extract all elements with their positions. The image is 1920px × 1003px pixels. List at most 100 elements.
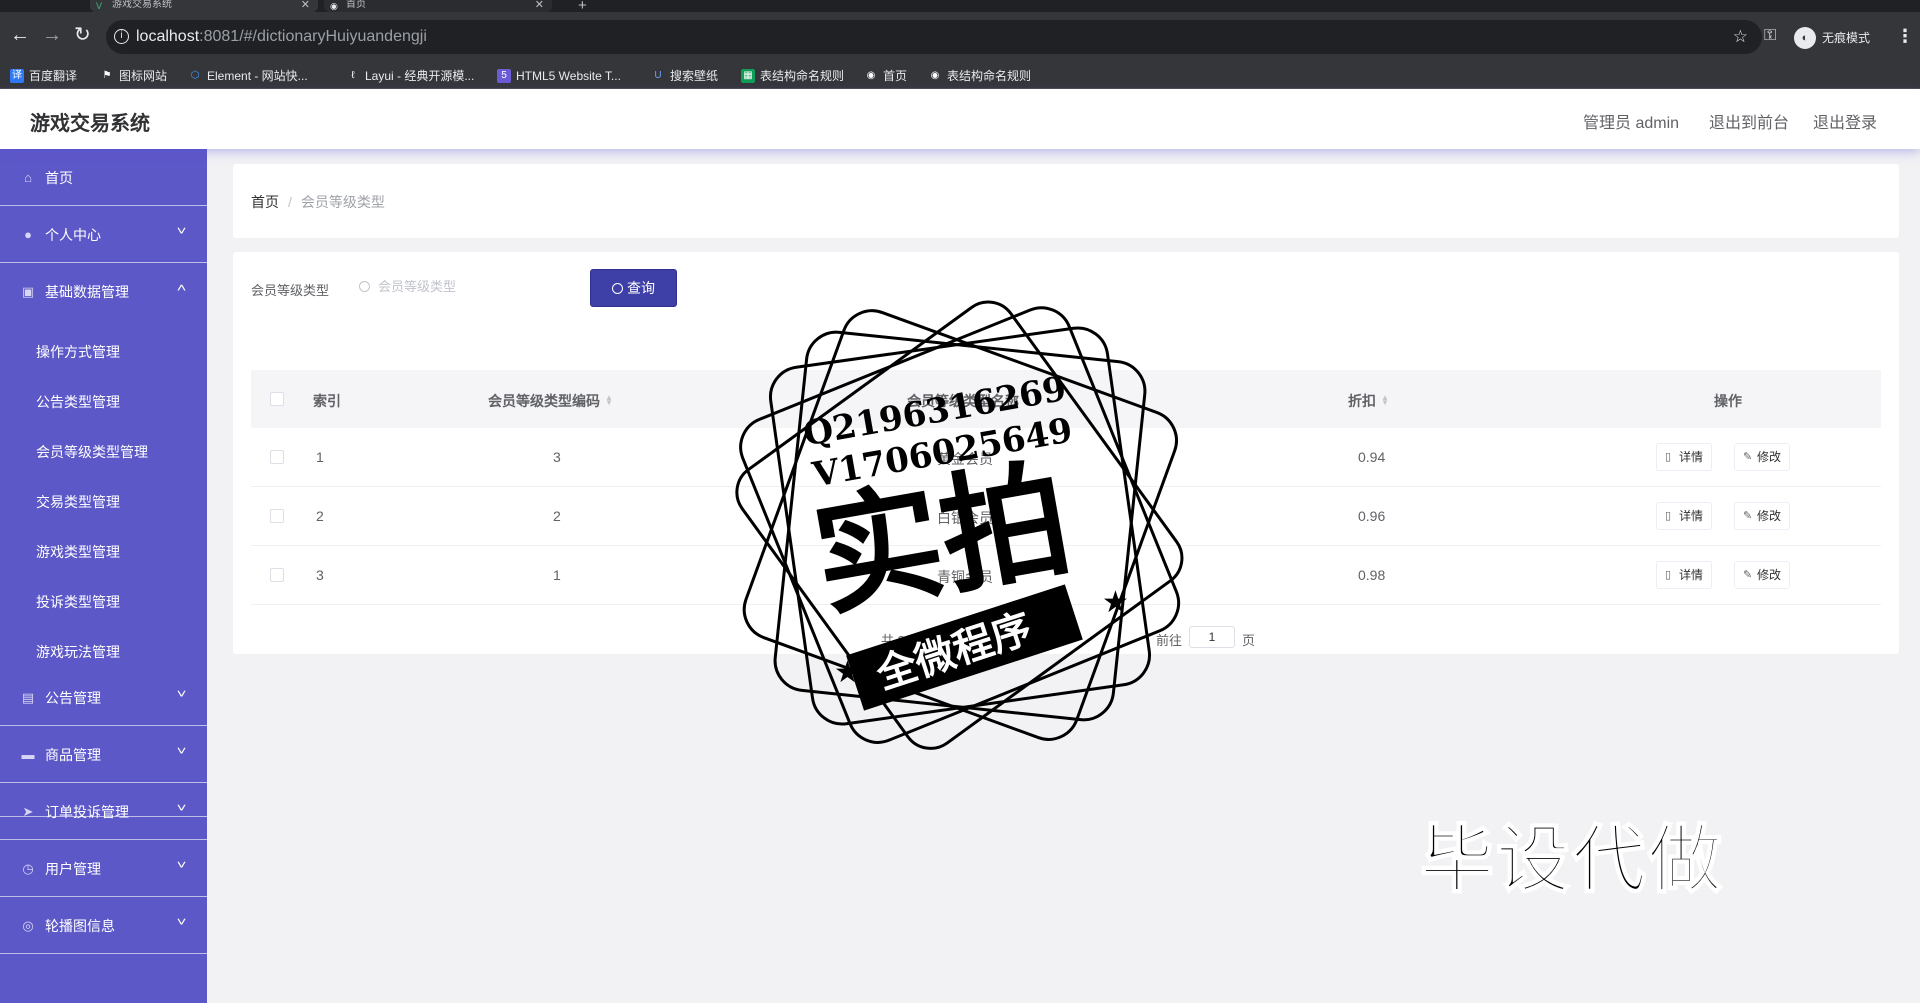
submenu-item-game-play[interactable]: 游戏玩法管理 — [36, 644, 120, 660]
cell-code: 3 — [553, 449, 561, 465]
edit-button[interactable]: ✎ 修改 — [1734, 502, 1791, 530]
bookmark-star-icon[interactable]: ☆ — [1733, 20, 1748, 54]
breadcrumb: 首页 / 会员等级类型 — [251, 192, 385, 212]
bookmarks-bar: 译百度翻译 ⚑ 图标网站 ⬡ Element - 网站快... ℓ Layui - 经… — [0, 64, 1920, 89]
row-checkbox[interactable] — [270, 509, 284, 523]
incognito-icon: ◐ — [1794, 27, 1816, 49]
browser-tab-strip: V 游戏交易系统 ✕ ◉ 首页 ✕ + — [0, 0, 1920, 14]
site-info-icon[interactable]: i — [114, 29, 129, 44]
sidebar-item-notice[interactable]: ▤ 公告管理 ˅ — [0, 669, 207, 726]
browser-toolbar: ← → ↻ i localhost:8081/#/dictionaryHuiyu… — [0, 12, 1920, 64]
app-title: 游戏交易系统 — [30, 113, 150, 135]
cell-discount: 0.98 — [1358, 567, 1386, 583]
table-row: 1 3 黄金会员 0.94 ▯ 详情 ✎ 修改 — [251, 428, 1881, 487]
tab-close-icon[interactable]: ✕ — [301, 0, 310, 11]
cell-discount: 0.96 — [1358, 508, 1386, 524]
user-icon: ● — [24, 227, 32, 242]
send-icon: ➤ — [22, 804, 34, 819]
sidebar-item-goods[interactable]: ▬ 商品管理 ˅ — [0, 726, 207, 783]
chevron-down-icon: ˅ — [176, 224, 187, 238]
member-level-search-input[interactable] — [355, 267, 573, 305]
document-icon: ▯ — [1665, 451, 1672, 463]
sort-caret-icon[interactable]: ▲ ▼ — [605, 394, 613, 407]
detail-button[interactable]: ▯ 详情 — [1656, 561, 1713, 589]
browser-tab[interactable]: ◉ 首页 ✕ — [324, 0, 552, 12]
submenu-item-member-level-type[interactable]: 会员等级类型管理 — [36, 444, 148, 460]
exit-to-front-link[interactable]: 退出到前台 — [1709, 109, 1789, 133]
bookmark-item[interactable]: ⬡ Element - 网站快... — [188, 68, 308, 84]
clock-icon: ◷ — [22, 861, 34, 876]
detail-button[interactable]: ▯ 详情 — [1656, 502, 1713, 530]
breadcrumb-card: 首页 / 会员等级类型 — [233, 164, 1899, 238]
pagination-page-input[interactable]: 1 — [1189, 626, 1235, 648]
edit-icon: ✎ — [1743, 569, 1753, 581]
globe-icon: ◉ — [866, 70, 876, 81]
logout-link[interactable]: 退出登录 — [1813, 109, 1877, 133]
select-all-checkbox[interactable] — [270, 392, 284, 406]
pagination-total: 共 3 条 — [881, 633, 922, 648]
sidebar-item-carousel[interactable]: ◎ 轮播图信息 ˅ — [0, 897, 207, 954]
breadcrumb-home[interactable]: 首页 — [251, 194, 279, 210]
submenu-item-trade-type[interactable]: 交易类型管理 — [36, 494, 120, 510]
sidebar-item-order-complaint[interactable]: ➤ 订单投诉管理 ˅ — [0, 783, 207, 840]
reload-icon[interactable]: ↻ — [74, 25, 91, 45]
edit-button[interactable]: ✎ 修改 — [1734, 561, 1791, 589]
document-icon: ▯ — [1665, 510, 1672, 522]
layui-icon: ℓ — [351, 70, 355, 81]
edit-button[interactable]: ✎ 修改 — [1734, 443, 1791, 471]
submenu-item-complaint-type[interactable]: 投诉类型管理 — [36, 594, 120, 610]
sidebar-item-home[interactable]: ⌂ 首页 — [0, 149, 207, 206]
query-button[interactable]: 查询 — [590, 269, 677, 307]
column-header-index: 索引 — [313, 393, 341, 409]
sidebar-item-user[interactable]: ◷ 用户管理 ˅ — [0, 840, 207, 897]
database-icon: ▣ — [21, 284, 35, 299]
bookmark-item[interactable]: 译百度翻译 — [10, 68, 77, 84]
vue-logo-icon: V — [96, 1, 103, 11]
sidebar-item-basic-data[interactable]: ▣ 基础数据管理 ˄ — [0, 263, 207, 320]
column-header-discount[interactable]: 折扣 ▲ ▼ — [1348, 391, 1389, 411]
key-icon[interactable]: ⚿ — [1764, 27, 1776, 45]
browser-menu-icon[interactable]: ⋮ — [1896, 26, 1914, 47]
forward-arrow-icon[interactable]: → — [42, 25, 62, 45]
cell-code: 1 — [553, 567, 561, 583]
row-checkbox[interactable] — [270, 450, 284, 464]
bookmark-item[interactable]: ◉ 首页 — [864, 68, 907, 84]
row-checkbox[interactable] — [270, 568, 284, 582]
bookmark-item[interactable]: ⚑ 图标网站 — [100, 68, 168, 84]
incognito-label: 无痕模式 — [1822, 31, 1871, 45]
chevron-down-icon: ˅ — [176, 687, 187, 701]
search-icon — [612, 283, 623, 294]
element-icon: ⬡ — [190, 70, 200, 81]
chevron-down-icon: ˅ — [176, 744, 187, 758]
tab-close-icon[interactable]: ✕ — [535, 0, 544, 11]
incognito-indicator[interactable]: ◐ 无痕模式 — [1794, 26, 1870, 50]
bookmark-item[interactable]: ℓ Layui - 经典开源模... — [346, 68, 474, 84]
column-header-code[interactable]: 会员等级类型编码 ▲ ▼ — [488, 391, 613, 411]
column-header-name[interactable]: 会员等级类型名称 ▲ ▼ — [907, 391, 1032, 411]
cell-index: 3 — [316, 567, 324, 583]
pagination-goto-label: 前往 — [1156, 633, 1183, 648]
submenu-item-operation-mode[interactable]: 操作方式管理 — [36, 344, 120, 360]
cell-code: 2 — [553, 508, 561, 524]
pagination-page-unit: 页 — [1242, 633, 1256, 648]
sort-caret-icon[interactable]: ▲ ▼ — [1381, 394, 1389, 407]
submenu-item-notice-type[interactable]: 公告类型管理 — [36, 394, 120, 410]
cell-name: 白银会员 — [937, 510, 993, 526]
submenu-item-game-type[interactable]: 游戏类型管理 — [36, 544, 120, 560]
table-row: 3 1 青铜会员 0.98 ▯ 详情 ✎ 修改 — [251, 546, 1881, 605]
bookmark-item[interactable]: ▦ 表结构命名规则 — [741, 68, 844, 84]
back-arrow-icon[interactable]: ← — [10, 25, 30, 45]
pagination: 共 3 条 前往 1 页 — [233, 626, 1899, 648]
sidebar-item-personal-center[interactable]: ● 个人中心 ˅ — [0, 206, 207, 263]
detail-button[interactable]: ▯ 详情 — [1656, 443, 1713, 471]
browser-tab-active[interactable]: V 游戏交易系统 ✕ — [90, 0, 318, 12]
bookmark-item[interactable]: ◉ 表结构命名规则 — [928, 68, 1031, 84]
search-icon — [359, 281, 370, 292]
chevron-down-icon: ˅ — [176, 858, 187, 872]
sort-caret-icon[interactable]: ▲ ▼ — [1024, 394, 1032, 407]
chevron-down-icon: ˅ — [176, 915, 187, 929]
cell-index: 2 — [316, 508, 324, 524]
bookmark-item[interactable]: 5 HTML5 Website T... — [497, 68, 621, 84]
bookmark-item[interactable]: U 搜索壁纸 — [651, 68, 718, 84]
address-bar[interactable]: i localhost:8081/#/dictionaryHuiyuandeng… — [106, 20, 1762, 54]
